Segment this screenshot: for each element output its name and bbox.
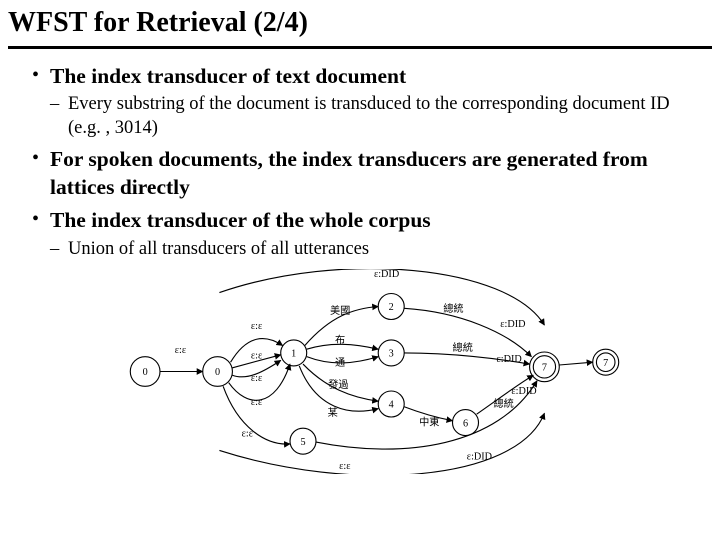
dnode-0b: 0: [215, 367, 220, 378]
dedge-05: ε:ε: [242, 428, 253, 439]
dnode-3: 3: [389, 348, 394, 359]
dedge-did5: ε:DID: [467, 452, 492, 463]
bullet-1: The index transducer of text document Ev…: [32, 63, 704, 141]
bullet-list: The index transducer of text document Ev…: [32, 63, 704, 261]
dedge-bottom: ε:ε: [339, 461, 350, 472]
slide: WFST for Retrieval (2/4) The index trans…: [0, 0, 720, 540]
page-title: WFST for Retrieval (2/4): [8, 6, 712, 44]
wfst-diagram: 0 0 1 2 3 4 5 6 7 7 ε:ε ε:ε ε:ε ε:ε ε:ε …: [32, 269, 704, 482]
dedge-01c: ε:ε: [251, 373, 262, 384]
dedge-14b: 某: [328, 407, 338, 419]
dnode-7b: 7: [603, 358, 608, 369]
wfst-svg: 0 0 1 2 3 4 5 6 7 7 ε:ε ε:ε ε:ε ε:ε ε:ε …: [108, 269, 628, 474]
bullet-1-text: The index transducer of text document: [50, 64, 406, 88]
dedge-did1: ε:DID: [374, 269, 399, 280]
content: The index transducer of text document Ev…: [0, 49, 720, 482]
dnode-7: 7: [542, 362, 547, 373]
dedge-13b: 通: [335, 357, 345, 369]
dedge-did2: ε:DID: [500, 319, 525, 330]
dedge-67: 總統: [493, 397, 513, 410]
bullet-2: For spoken documents, the index transduc…: [32, 146, 704, 201]
dedge-eps: ε:ε: [175, 345, 186, 356]
dedge-01b: ε:ε: [251, 350, 262, 361]
dedge-did3: ε:DID: [497, 354, 522, 365]
dedge-01d: ε:ε: [251, 397, 262, 408]
dedge-46: 中東: [419, 415, 439, 428]
title-wrap: WFST for Retrieval (2/4): [0, 6, 720, 49]
dedge-12: 美國: [330, 304, 350, 317]
bullet-3: The index transducer of the whole corpus…: [32, 207, 704, 261]
dnode-2: 2: [389, 302, 394, 313]
dnode-6: 6: [463, 418, 468, 429]
dnode-0: 0: [143, 367, 148, 378]
bullet-1-sub-1: Every substring of the document is trans…: [50, 92, 704, 140]
bullet-2-text: For spoken documents, the index transduc…: [50, 147, 648, 199]
dedge-37: 總統: [453, 341, 473, 354]
dnode-1: 1: [291, 348, 296, 359]
dedge-14a: 發過: [328, 378, 348, 391]
dedge-27: 總統: [443, 302, 463, 315]
bullet-3-sub-1: Union of all transducers of all utteranc…: [50, 237, 704, 261]
bullet-3-text: The index transducer of the whole corpus: [50, 208, 431, 232]
dnode-4: 4: [389, 400, 394, 411]
bullet-3-sub: Union of all transducers of all utteranc…: [50, 237, 704, 261]
dnode-5: 5: [300, 437, 305, 448]
dedge-01a: ε:ε: [251, 321, 262, 332]
dedge-13a: 布: [335, 334, 345, 346]
bullet-1-sub: Every substring of the document is trans…: [50, 92, 704, 140]
dedge-did4: ε:DID: [511, 386, 536, 397]
